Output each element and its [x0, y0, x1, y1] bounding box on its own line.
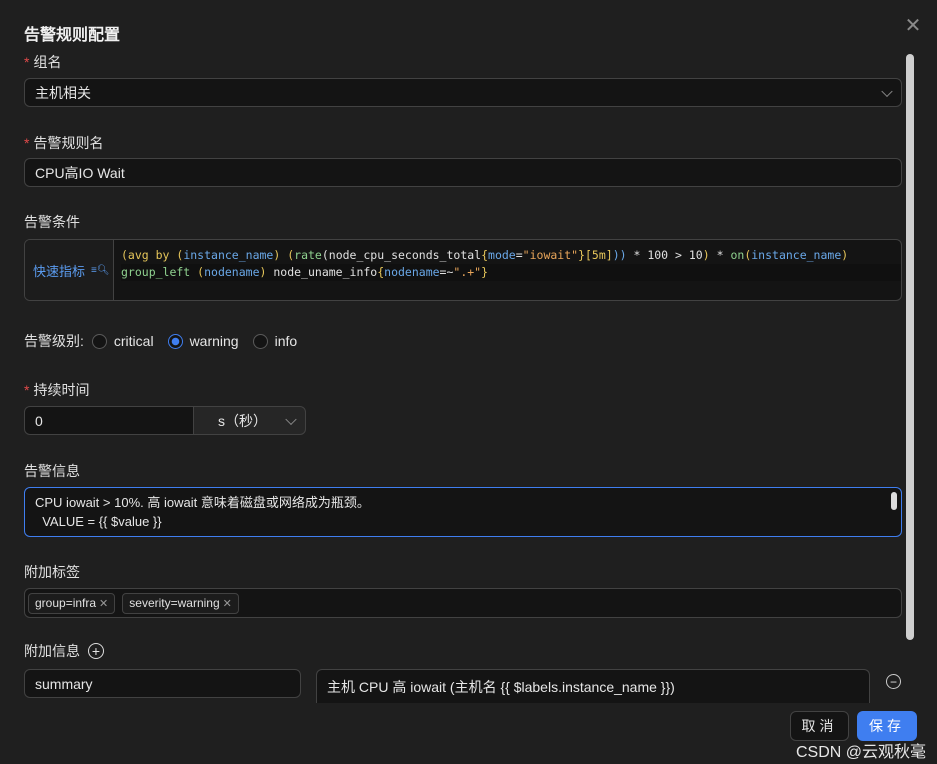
rule-name-label-text: 告警规则名	[33, 135, 104, 151]
dialog-title: 告警规则配置	[24, 27, 121, 44]
add-circle-icon[interactable]: +	[88, 643, 104, 659]
annotations-label: 附加信息	[24, 643, 80, 659]
query-token: rate	[294, 248, 322, 262]
label-tag: group=infra ✕	[28, 592, 116, 614]
annotations-header: 附加信息 +	[24, 641, 104, 661]
duration-unit: s（秒）	[218, 412, 267, 429]
group-value: 主机相关	[35, 84, 91, 101]
cancel-button[interactable]: 取消	[790, 711, 849, 741]
remove-circle-icon[interactable]: −	[886, 674, 901, 689]
condition-label: 告警条件	[24, 214, 80, 230]
query-token: * 100 > 10	[626, 248, 703, 262]
query-line-2: group_left (nodename) node_uname_info{no…	[121, 264, 901, 281]
query-token: ))	[612, 248, 627, 262]
query-token: nodename	[204, 265, 260, 279]
query-token: }	[481, 265, 489, 279]
radio-button[interactable]	[252, 333, 268, 349]
textarea-scrollbar[interactable]	[891, 492, 897, 510]
duration-label-text: 持续时间	[33, 382, 90, 398]
labels-input[interactable]: group=infra ✕ severity=warning ✕	[24, 588, 902, 618]
query-token: [5m]	[585, 248, 613, 262]
message-textarea[interactable]: CPU iowait > 10%. 高 iowait 意味着磁盘或网络成为瓶颈。…	[24, 487, 902, 537]
annotation-key: summary	[35, 675, 93, 692]
labels-label: 附加标签	[24, 564, 80, 580]
watermark: CSDN @云观秋毫	[796, 744, 927, 761]
close-icon[interactable]: ✕	[903, 16, 923, 36]
query-token: group_left	[121, 265, 198, 279]
duration-label: * 持续时间	[24, 382, 90, 398]
severity-option-info[interactable]: info	[252, 333, 298, 349]
condition-editor[interactable]: 快速指标 ≡🔍︎ (avg by (instance_name) (rate(no…	[24, 239, 902, 301]
duration-unit-select[interactable]: s（秒）	[193, 406, 306, 435]
annotation-key-input[interactable]: summary	[24, 669, 301, 698]
group-select[interactable]: 主机相关	[24, 78, 902, 107]
close-icon[interactable]: ✕	[99, 597, 108, 610]
quick-metrics-button[interactable]: 快速指标 ≡🔍︎	[25, 240, 114, 300]
query-token: "iowait"	[522, 248, 579, 262]
query-token: node_uname_info	[266, 265, 378, 279]
label-tag-text: group=infra	[35, 596, 97, 610]
annotation-value: 主机 CPU 高 iowait (主机名 {{ $labels.instance…	[327, 679, 675, 695]
label-tag: severity=warning ✕	[122, 592, 239, 614]
query-token: )	[841, 248, 849, 262]
query-line-1: (avg by (instance_name) (rate(node_cpu_s…	[121, 247, 848, 264]
severity-option-critical[interactable]: critical	[91, 333, 154, 349]
severity-label: 告警级别:	[24, 333, 84, 349]
label-tag-text: severity=warning	[129, 596, 220, 610]
save-button[interactable]: 保存	[857, 711, 917, 741]
rule-name-label: * 告警规则名	[24, 135, 104, 151]
query-token: =~	[439, 265, 454, 279]
scrollbar[interactable]	[906, 54, 914, 640]
search-list-icon: ≡🔍︎	[91, 264, 110, 276]
close-icon[interactable]: ✕	[223, 597, 232, 610]
severity-group: 告警级别: critical warning info	[24, 331, 297, 351]
chevron-down-icon	[285, 413, 297, 425]
query-token: *	[709, 248, 731, 262]
quick-metrics-label: 快速指标	[33, 263, 86, 279]
severity-option-label: info	[274, 333, 298, 349]
rule-name-input[interactable]: CPU高IO Wait	[24, 158, 902, 187]
query-token: on	[730, 248, 745, 262]
severity-option-label: warning	[189, 333, 239, 349]
query-token: ".+"	[453, 265, 482, 279]
query-token: {	[481, 248, 489, 262]
message-label: 告警信息	[24, 463, 80, 479]
query-token: nodename	[384, 265, 440, 279]
query-token: )	[273, 248, 288, 262]
radio-button[interactable]	[167, 333, 183, 349]
query-token: (avg by	[121, 248, 177, 262]
query-token: instance_name	[751, 248, 842, 262]
chevron-down-icon	[881, 85, 893, 97]
radio-button[interactable]	[91, 333, 107, 349]
severity-option-warning[interactable]: warning	[167, 333, 239, 349]
query-token: (node_cpu_seconds_total	[321, 248, 482, 262]
query-token: )	[702, 248, 710, 262]
message-line-2: VALUE = {{ $value }}	[35, 514, 162, 529]
severity-option-label: critical	[113, 333, 154, 349]
group-label-text: 组名	[33, 54, 62, 70]
query-token: instance_name	[183, 248, 274, 262]
rule-name-value: CPU高IO Wait	[35, 164, 125, 181]
query-token: =	[515, 248, 523, 262]
query-token: mode	[488, 248, 516, 262]
query-token: }	[578, 248, 585, 262]
message-line-1: CPU iowait > 10%. 高 iowait 意味着磁盘或网络成为瓶颈。	[35, 495, 370, 510]
duration-input[interactable]: 0	[24, 406, 194, 435]
group-label: * 组名	[24, 54, 62, 70]
duration-value: 0	[35, 412, 43, 429]
